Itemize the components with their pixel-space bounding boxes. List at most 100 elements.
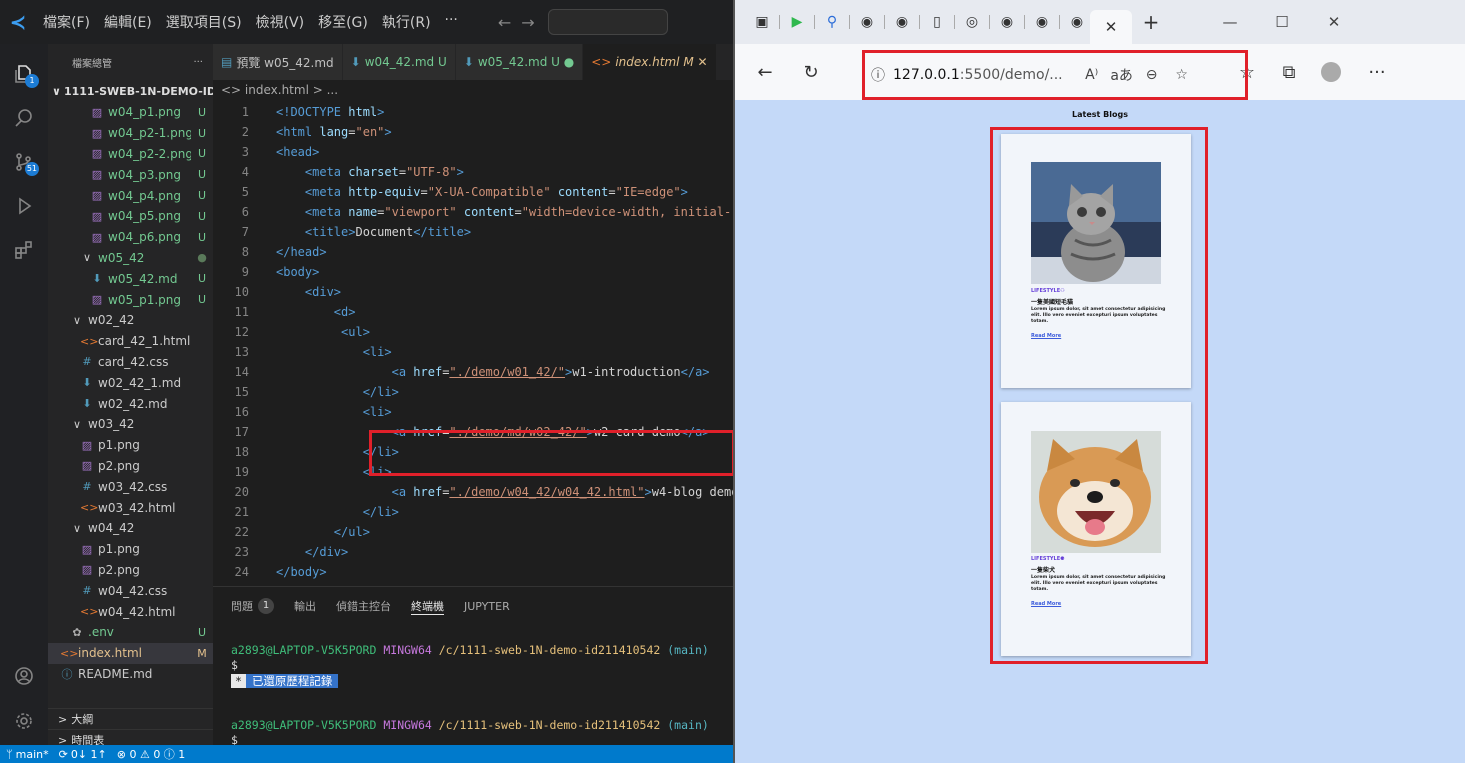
tree-item[interactable]: # w03_42.css: [48, 476, 213, 497]
settings-gear-icon[interactable]: [0, 699, 48, 743]
tree-item[interactable]: ▨ w04_p5.png U: [48, 206, 213, 227]
panel-tab-problems[interactable]: 問題 1: [231, 598, 274, 614]
image-file-icon: ▨: [91, 168, 103, 182]
menu-item[interactable]: 執行(R): [375, 12, 438, 32]
tree-item[interactable]: <> w04_42.html: [48, 601, 213, 622]
tree-item-label: p1.png: [98, 542, 140, 557]
extensions-icon[interactable]: [0, 228, 48, 272]
tree-item[interactable]: ▨ w04_p6.png U: [48, 227, 213, 248]
tree-item[interactable]: ▨ p1.png: [48, 435, 213, 456]
tab-close-icon[interactable]: ✕: [1105, 18, 1118, 36]
minimize-icon[interactable]: —: [1204, 0, 1256, 44]
panel-tab-debug[interactable]: 偵錯主控台: [336, 598, 391, 614]
menu-item[interactable]: 檢視(V): [249, 12, 312, 32]
timeline-section[interactable]: > 時間表: [48, 729, 213, 745]
search-icon[interactable]: [0, 96, 48, 140]
browser-menu-icon[interactable]: ···: [1359, 54, 1395, 90]
editor-tab[interactable]: ⬇ w04_42.md U: [342, 44, 456, 80]
tree-item[interactable]: <> index.html M: [48, 642, 213, 664]
tree-item[interactable]: <> w03_42.html: [48, 497, 213, 518]
command-center[interactable]: [547, 9, 668, 35]
tree-item[interactable]: ⬇ w02_42_1.md: [48, 372, 213, 393]
line-number: 23: [234, 545, 249, 559]
tree-item[interactable]: ∨ w05_42 ●: [48, 248, 213, 269]
image-file-icon: ▨: [81, 542, 93, 556]
tree-item[interactable]: ∨ w02_42: [48, 310, 213, 331]
workspace-root[interactable]: ∨ 1111-SWEB-1N-DEMO-ID2...: [48, 80, 213, 102]
maximize-icon[interactable]: ☐: [1256, 0, 1308, 44]
tree-item[interactable]: ▨ w04_p3.png U: [48, 164, 213, 185]
tree-item[interactable]: ▨ w04_p1.png U: [48, 102, 213, 123]
live-server-tab-icon[interactable]: ▶: [784, 9, 810, 35]
code-token: "./demo/w04_42/w04_42.html": [449, 485, 645, 499]
editor-tab[interactable]: <> index.html M ✕: [583, 44, 717, 80]
document-tab-icon[interactable]: ▯: [924, 9, 950, 35]
panel-tab-jupyter[interactable]: JUPYTER: [464, 600, 510, 613]
forward-arrow-icon[interactable]: →: [516, 13, 539, 32]
close-window-icon[interactable]: ✕: [1308, 0, 1360, 44]
collections-icon[interactable]: ⧉: [1271, 54, 1307, 90]
tree-item[interactable]: ▨ w04_p2-1.png U: [48, 123, 213, 144]
tree-item[interactable]: ⬇ w02_42.md: [48, 393, 213, 414]
explorer-more-icon[interactable]: ···: [193, 57, 203, 68]
explorer-icon[interactable]: 1: [0, 52, 48, 96]
menu-item[interactable]: 編輯(E): [97, 12, 159, 32]
line-number: 2: [241, 125, 249, 139]
code-editor[interactable]: 1 <!DOCTYPE html> 2 <html lang="en"> 3 <head>…: [213, 102, 733, 586]
tree-item[interactable]: ▨ w04_p4.png U: [48, 185, 213, 206]
site-tab-icon[interactable]: ◉: [1029, 9, 1055, 35]
status-sync[interactable]: 0↓ 1↑: [71, 748, 107, 761]
active-tab[interactable]: ✕: [1090, 10, 1132, 44]
code-token: w1-introduction: [572, 365, 681, 379]
panel-tab-terminal[interactable]: 終端機: [411, 598, 444, 615]
status-branch[interactable]: main*: [16, 748, 49, 761]
tree-item[interactable]: ⬇ w05_42.md U: [48, 268, 213, 289]
menu-item[interactable]: 移至(G): [311, 12, 375, 32]
tree-item[interactable]: # card_42.css: [48, 352, 213, 373]
site-tab-icon[interactable]: ◉: [854, 9, 880, 35]
git-status: U: [197, 147, 207, 161]
new-tab-icon[interactable]: +: [1138, 9, 1164, 35]
site-tab-icon[interactable]: ◉: [994, 9, 1020, 35]
tree-item[interactable]: ▨ w04_p2-2.png U: [48, 144, 213, 165]
run-debug-icon[interactable]: [0, 184, 48, 228]
git-status: U: [197, 209, 207, 223]
outline-section[interactable]: > 大綱: [48, 708, 213, 729]
breadcrumb[interactable]: <> index.html > ...: [213, 80, 733, 100]
code-token: <div>: [304, 285, 342, 299]
site-tab-icon[interactable]: ◉: [889, 9, 915, 35]
menu-item[interactable]: 檔案(F): [36, 12, 97, 32]
search-tab-icon[interactable]: ⚲: [819, 9, 845, 35]
status-problems[interactable]: ⊗ 0 ⚠ 0 ⓘ 1: [117, 746, 186, 762]
tree-item-label: w04_42: [88, 521, 135, 536]
tree-item[interactable]: ▨ w05_p1.png U: [48, 289, 213, 310]
tree-item[interactable]: <> card_42_1.html: [48, 331, 213, 352]
css-file-icon: #: [82, 480, 92, 494]
github-tab-icon[interactable]: ◎: [959, 9, 985, 35]
tree-item[interactable]: ⓘ README.md: [48, 664, 213, 685]
profile-avatar[interactable]: [1313, 54, 1349, 90]
editor-tab[interactable]: ⬇ w05_42.md U ●: [455, 44, 584, 80]
tree-item-label: w04_42.html: [98, 604, 176, 619]
tree-item[interactable]: ▨ p1.png: [48, 539, 213, 560]
tree-item[interactable]: ▨ p2.png: [48, 456, 213, 477]
source-control-icon[interactable]: 51: [0, 140, 48, 184]
browser-back-icon[interactable]: ←: [747, 54, 783, 90]
account-icon[interactable]: [0, 654, 48, 698]
tree-item[interactable]: ∨ w04_42: [48, 518, 213, 539]
panel-tab-output[interactable]: 輸出: [294, 598, 316, 614]
code-token: <meta: [304, 165, 349, 179]
tab-actions-icon[interactable]: ▣: [749, 9, 775, 35]
tree-item-label: w02_42: [88, 313, 135, 328]
editor-tab[interactable]: ▤ 預覽 w05_42.md: [213, 44, 343, 80]
tree-item[interactable]: # w04_42.css: [48, 580, 213, 601]
tree-item[interactable]: ▨ p2.png: [48, 560, 213, 581]
back-arrow-icon[interactable]: ←: [493, 13, 516, 32]
bottom-panel: 問題 1 輸出 偵錯主控台 終端機 JUPYTER a2893@LAPTOP-V5…: [213, 586, 733, 747]
tree-item[interactable]: ∨ w03_42: [48, 414, 213, 435]
menu-item[interactable]: ···: [438, 12, 465, 32]
browser-refresh-icon[interactable]: ↻: [793, 54, 829, 90]
menu-item[interactable]: 選取項目(S): [159, 12, 249, 32]
site-tab-icon[interactable]: ◉: [1064, 9, 1090, 35]
tree-item[interactable]: ✿ .env U: [48, 622, 213, 643]
